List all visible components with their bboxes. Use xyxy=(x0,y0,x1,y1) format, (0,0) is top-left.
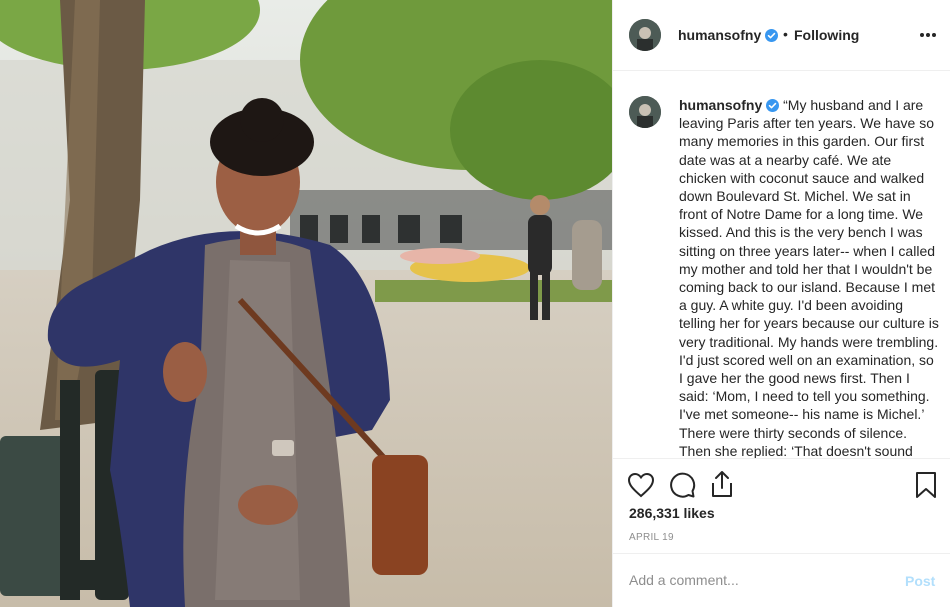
post-side-panel: humansofny • Following humansofny “My hu… xyxy=(612,0,950,607)
verified-badge-icon xyxy=(766,99,780,112)
share-icon[interactable] xyxy=(709,470,735,498)
caption-avatar[interactable] xyxy=(629,96,661,128)
more-options-icon[interactable] xyxy=(919,32,937,38)
post-header: humansofny • Following xyxy=(613,0,950,71)
heart-icon[interactable] xyxy=(627,472,655,498)
caption-area: humansofny “My husband and I are leaving… xyxy=(613,72,950,458)
comment-bar: Post xyxy=(613,553,950,608)
caption-username[interactable]: humansofny xyxy=(679,97,762,113)
avatar[interactable] xyxy=(629,19,661,51)
header-separator: • xyxy=(783,26,788,42)
verified-badge-icon xyxy=(765,29,779,42)
following-button[interactable]: Following xyxy=(794,27,859,43)
comment-icon[interactable] xyxy=(668,471,696,499)
post-photo[interactable] xyxy=(0,0,612,607)
bookmark-icon[interactable] xyxy=(915,471,937,499)
post-actions: 286,331 likes APRIL 19 Post xyxy=(613,458,950,607)
post-date[interactable]: APRIL 19 xyxy=(629,532,674,543)
likes-count[interactable]: 286,331 likes xyxy=(629,505,715,521)
post-comment-button[interactable]: Post xyxy=(905,573,935,589)
post-photo-illustration xyxy=(0,0,612,607)
comment-input[interactable] xyxy=(629,572,869,588)
post-caption: humansofny “My husband and I are leaving… xyxy=(679,96,941,458)
header-username[interactable]: humansofny xyxy=(678,27,779,43)
avatar-image xyxy=(629,19,661,51)
avatar-image xyxy=(629,96,661,128)
caption-text: “My husband and I are leaving Paris afte… xyxy=(679,97,939,458)
